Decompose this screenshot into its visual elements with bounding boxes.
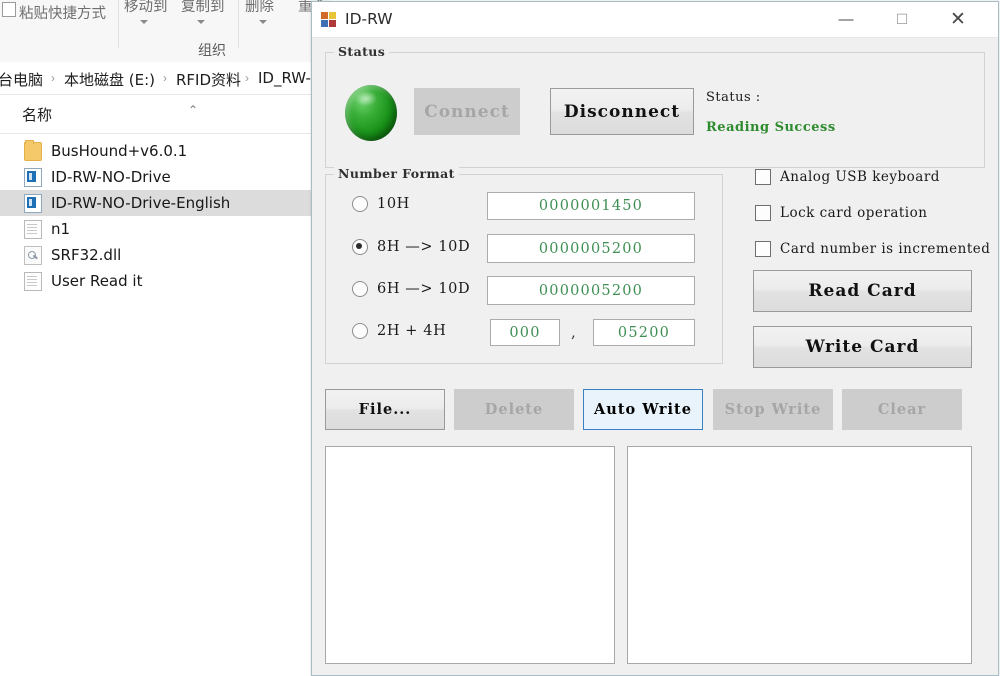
explorer-ribbon: 粘贴快捷方式 移动到 复制到 删除 重命名 组织 [0,0,330,63]
minimize-icon: — [823,2,869,37]
radio-2h-4h[interactable]: 2H + 4H [352,323,446,339]
ribbon-group-label: 组织 [198,40,226,60]
value-field-4h[interactable]: 05200 [593,319,695,346]
ribbon-copy-to[interactable]: 复制到 [181,0,225,16]
clear-button[interactable]: Clear [842,389,962,430]
breadcrumb-item-3[interactable]: ID_RW- [258,69,311,87]
radio-icon [352,196,368,212]
delete-button[interactable]: Delete [454,389,574,430]
file-list[interactable]: BusHound+v6.0.1 ID-RW-NO-Drive ID-RW-NO-… [0,138,330,294]
title-bar[interactable]: ID-RW — ☐ ✕ [312,2,998,38]
field-separator: , [571,323,576,341]
file-name: User Read it [51,272,142,290]
stop-write-button[interactable]: Stop Write [713,389,833,430]
radio-label: 10H [377,196,410,212]
value-field-6h-10d[interactable]: 0000005200 [487,276,695,305]
close-icon: ✕ [935,2,981,37]
folder-icon [24,142,42,161]
ribbon-paste-shortcut[interactable]: 粘贴快捷方式 [19,2,106,23]
file-name: ID-RW-NO-Drive [51,168,171,186]
status-group-title: Status [334,44,389,59]
file-name: BusHound+v6.0.1 [51,142,187,160]
breadcrumb[interactable]: 台电脑 › 本地磁盘 (E:) › RFID资料 › ID_RW- [0,62,330,95]
connect-button[interactable]: Connect [414,88,520,135]
status-value: Reading Success [706,120,836,135]
checkbox-icon [755,205,771,221]
list-item[interactable]: User Read it [0,268,330,294]
radio-icon-selected [352,239,368,255]
list-item[interactable]: n1 [0,216,330,242]
document-icon [24,220,42,239]
checkbox-analog-usb-keyboard[interactable]: Analog USB keyboard [755,169,940,185]
connection-status-led [345,85,397,141]
radio-6h-10d[interactable]: 6H —> 10D [352,281,470,297]
checkbox-icon [755,241,771,257]
right-output-listbox[interactable] [627,446,972,664]
minimize-button[interactable]: — [823,2,869,37]
radio-label: 2H + 4H [377,323,446,339]
radio-icon [352,281,368,297]
radio-10h[interactable]: 10H [352,196,410,212]
value-field-2h[interactable]: 000 [490,319,560,346]
chevron-down-icon [259,20,267,24]
app-icon [321,12,337,28]
file-name: SRF32.dll [51,246,121,264]
status-label: Status : [706,90,761,105]
checkbox-card-number-incremented[interactable]: Card number is incremented [755,241,990,257]
ribbon-move-to[interactable]: 移动到 [124,0,168,16]
value-field-10h[interactable]: 0000001450 [487,192,695,220]
disconnect-button[interactable]: Disconnect [550,88,694,135]
breadcrumb-separator: › [245,71,249,85]
radio-8h-10d[interactable]: 8H —> 10D [352,239,470,255]
document-icon [24,272,42,291]
list-item[interactable]: BusHound+v6.0.1 [0,138,330,164]
file-name: ID-RW-NO-Drive-English [51,194,230,212]
ribbon-delete[interactable]: 删除 [245,0,274,16]
value-field-8h-10d[interactable]: 0000005200 [487,234,695,263]
application-icon [24,194,42,213]
dll-icon [24,246,42,265]
checkbox-icon [755,169,771,185]
number-format-group-title: Number Format [334,166,459,181]
list-item[interactable]: SRF32.dll [0,242,330,268]
radio-icon [352,323,368,339]
column-header-row: 名称 ⌃ [0,95,330,134]
window-title: ID-RW [345,10,393,28]
breadcrumb-item-2[interactable]: RFID资料 [176,69,241,90]
id-rw-window: ID-RW — ☐ ✕ Status Connect Disconnect St… [311,1,999,676]
read-card-button[interactable]: Read Card [753,270,972,312]
list-item-selected[interactable]: ID-RW-NO-Drive-English [0,190,330,216]
chevron-up-icon: ⌃ [188,103,198,117]
radio-label: 8H —> 10D [377,239,470,255]
breadcrumb-separator: › [163,71,167,85]
close-button[interactable]: ✕ [935,2,981,37]
checkbox-label: Analog USB keyboard [780,169,940,185]
application-icon [24,168,42,187]
radio-label: 6H —> 10D [377,281,470,297]
file-button[interactable]: File... [325,389,445,430]
breadcrumb-item-0[interactable]: 台电脑 [0,69,43,90]
checkbox-label: Card number is incremented [780,241,990,257]
write-card-button[interactable]: Write Card [753,326,972,368]
file-name: n1 [51,220,70,238]
chevron-down-icon [197,20,205,24]
column-header-name[interactable]: 名称 [22,104,52,125]
chevron-down-icon [140,20,148,24]
left-output-listbox[interactable] [325,446,615,664]
checkbox-label: Lock card operation [780,205,927,221]
list-item[interactable]: ID-RW-NO-Drive [0,164,330,190]
paste-icon [2,2,16,17]
maximize-icon: ☐ [879,2,925,37]
breadcrumb-item-1[interactable]: 本地磁盘 (E:) [64,69,155,90]
breadcrumb-separator: › [51,71,55,85]
auto-write-button[interactable]: Auto Write [583,389,703,430]
maximize-button[interactable]: ☐ [879,2,925,37]
dialog-body: Status Connect Disconnect Status : Readi… [312,38,998,675]
checkbox-lock-card-operation[interactable]: Lock card operation [755,205,927,221]
